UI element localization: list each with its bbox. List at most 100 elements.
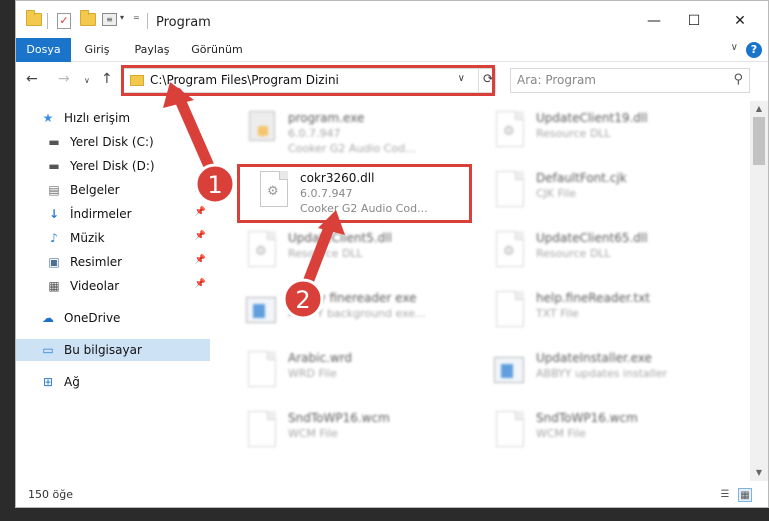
close-button[interactable]: ✕	[730, 11, 750, 31]
details-view-icon[interactable]: ☰	[718, 488, 732, 502]
sidebar-item-label: Yerel Disk (D:)	[70, 159, 155, 173]
file-item[interactable]: ⚙ UpdateClient19.dll Resource DLL	[484, 105, 724, 159]
customize-toolbar-icon[interactable]: =	[133, 13, 140, 22]
sidebar-item-music[interactable]: ♪ Müzik 📌	[16, 227, 210, 249]
new-folder-icon[interactable]	[80, 10, 96, 26]
file-version: 6.0.7.947	[288, 127, 341, 140]
file-item[interactable]: help.fineReader.txt TXT File	[484, 285, 724, 339]
application-icon	[494, 351, 526, 391]
status-bar: 150 öğe ☰ ▦	[16, 485, 768, 507]
file-type: WCM File	[536, 427, 586, 440]
document-file-icon	[494, 171, 526, 211]
maximize-button[interactable]: ☐	[684, 11, 704, 31]
sidebar-item-videos[interactable]: ▦ Videolar 📌	[16, 275, 210, 297]
tab-giris[interactable]: Giriş	[76, 38, 118, 62]
dll-file-icon: ⚙	[246, 231, 278, 271]
file-item[interactable]: DefaultFont.cjk CJK File	[484, 165, 724, 219]
window-title: Program	[156, 15, 211, 30]
title-bar: ✓ ≡ ▾ = Program — ☐ ✕	[16, 1, 768, 43]
exe-file-icon	[246, 111, 278, 151]
help-button[interactable]: ?	[746, 42, 762, 58]
search-box[interactable]: Ara: Program ⚲	[510, 68, 750, 93]
document-file-icon	[246, 411, 278, 451]
file-name: UpdateClient65.dll	[536, 231, 648, 245]
file-description: Cooker G2 Audio Cod...	[288, 142, 416, 155]
download-icon: ↓	[48, 207, 60, 221]
properties-icon[interactable]: ≡	[102, 13, 117, 26]
tab-paylas[interactable]: Paylaş	[128, 38, 176, 62]
sidebar-item-documents[interactable]: ▤ Belgeler 📌	[16, 179, 210, 201]
file-type: ABBYY background exe...	[288, 307, 426, 320]
tab-gorunum[interactable]: Görünüm	[186, 38, 248, 62]
drive-icon: ▬	[48, 159, 60, 173]
tiles-view-icon[interactable]: ▦	[738, 488, 752, 502]
vertical-scrollbar[interactable]: ▲ ▼	[750, 101, 768, 481]
file-item[interactable]: ⚙ UpdateClient5.dll Resource DLL	[236, 225, 476, 279]
scroll-down-icon[interactable]: ▼	[750, 465, 768, 481]
sidebar-item-label: Belgeler	[70, 183, 120, 197]
up-arrow-icon[interactable]: ↑	[101, 71, 113, 87]
expand-ribbon-icon[interactable]: ∨	[731, 42, 738, 53]
sidebar-item-quick-access[interactable]: ★ Hızlı erişim	[16, 107, 210, 129]
tab-dosya[interactable]: Dosya	[16, 38, 71, 62]
sidebar-item-local-disk-d[interactable]: ▬ Yerel Disk (D:)	[16, 155, 210, 177]
sidebar-item-pictures[interactable]: ▣ Resimler 📌	[16, 251, 210, 273]
document-file-icon	[246, 351, 278, 391]
pin-icon[interactable]: 📌	[195, 207, 206, 217]
file-name: SndToWP16.wcm	[288, 411, 390, 425]
file-item[interactable]: SndToWP16.wcm WCM File	[484, 405, 724, 459]
pin-icon[interactable]: 📌	[195, 183, 206, 193]
file-type: Resource DLL	[288, 247, 363, 260]
document-file-icon	[494, 291, 526, 331]
file-item[interactable]: ⚙ UpdateClient65.dll Resource DLL	[484, 225, 724, 279]
document-file-icon	[494, 411, 526, 451]
file-item[interactable]: UpdateInstaller.exe ABBYY updates instal…	[484, 345, 724, 399]
pictures-icon: ▣	[48, 255, 60, 269]
scroll-up-icon[interactable]: ▲	[750, 101, 768, 117]
sidebar-item-this-pc[interactable]: ▭ Bu bilgisayar	[16, 339, 210, 361]
sidebar-item-label: Yerel Disk (C:)	[70, 135, 154, 149]
pin-icon[interactable]: 📌	[195, 279, 206, 289]
title-separator	[147, 13, 148, 29]
quick-access-folder-icon[interactable]	[26, 10, 42, 26]
drive-icon: ▬	[48, 135, 60, 149]
scrollbar-thumb[interactable]	[753, 117, 765, 165]
file-item[interactable]: Abbyy finereader exe ABBYY background ex…	[236, 285, 476, 339]
application-icon	[246, 291, 278, 331]
sidebar-item-label: Videolar	[70, 279, 120, 293]
ribbon-tabs: Dosya Giriş Paylaş Görünüm ∨ ?	[16, 38, 768, 62]
back-arrow-icon[interactable]: ←	[26, 71, 38, 87]
sidebar-item-onedrive[interactable]: ☁ OneDrive	[16, 307, 210, 329]
dll-file-icon: ⚙	[494, 231, 526, 271]
file-type: WCM File	[288, 427, 338, 440]
sidebar-item-label: Hızlı erişim	[64, 111, 131, 125]
properties-check-icon[interactable]: ✓	[57, 13, 71, 29]
sidebar-item-network[interactable]: ⊞ Ağ	[16, 371, 210, 393]
file-item[interactable]: Arabic.wrd WRD File	[236, 345, 476, 399]
file-name: DefaultFont.cjk	[536, 171, 627, 185]
forward-arrow-icon[interactable]: →	[58, 71, 70, 87]
navigation-pane: ★ Hızlı erişim ▬ Yerel Disk (C:) ▬ Yerel…	[16, 101, 210, 481]
file-type: TXT File	[536, 307, 579, 320]
file-item[interactable]: program.exe 6.0.7.947 Cooker G2 Audio Co…	[236, 105, 476, 159]
file-type: WRD File	[288, 367, 337, 380]
quick-access-dropdown-icon[interactable]: ▾	[120, 13, 124, 22]
file-list: program.exe 6.0.7.947 Cooker G2 Audio Co…	[226, 101, 746, 481]
sidebar-item-local-disk-c[interactable]: ▬ Yerel Disk (C:)	[16, 131, 210, 153]
file-item[interactable]: SndToWP16.wcm WCM File	[236, 405, 476, 459]
sidebar-item-label: OneDrive	[64, 311, 121, 325]
network-icon: ⊞	[42, 375, 54, 389]
sidebar-item-label: İndirmeler	[70, 207, 132, 221]
search-input[interactable]: Ara: Program	[517, 73, 596, 87]
file-type: Resource DLL	[536, 127, 611, 140]
sidebar-item-label: Bu bilgisayar	[64, 343, 142, 357]
pin-icon[interactable]: 📌	[195, 231, 206, 241]
recent-locations-icon[interactable]: ∨	[84, 76, 90, 85]
item-count: 150 öğe	[28, 488, 73, 501]
search-icon[interactable]: ⚲	[733, 72, 743, 87]
sidebar-item-downloads[interactable]: ↓ İndirmeler 📌	[16, 203, 210, 225]
pin-icon[interactable]: 📌	[195, 255, 206, 265]
file-name: program.exe	[288, 111, 365, 125]
sidebar-item-label: Resimler	[70, 255, 123, 269]
minimize-button[interactable]: —	[644, 11, 664, 31]
